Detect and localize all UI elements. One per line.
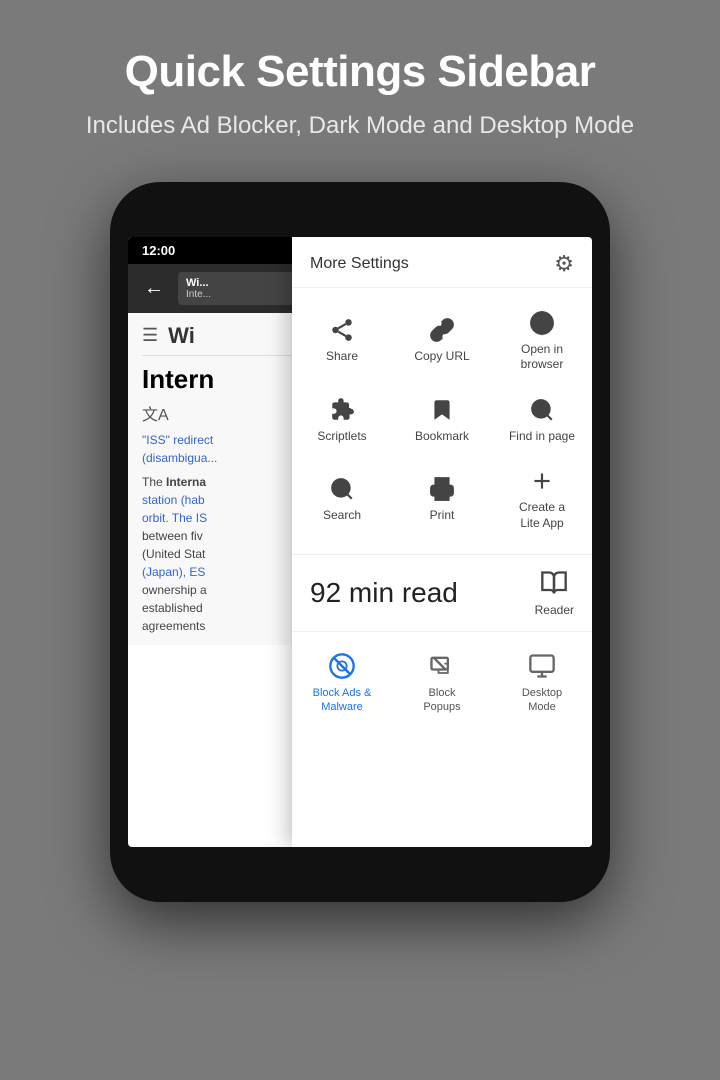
open-browser-label: Open in browser	[498, 342, 586, 373]
hamburger-icon[interactable]: ☰	[142, 325, 158, 346]
dropdown-title: More Settings	[310, 255, 409, 273]
print-label: Print	[430, 508, 455, 524]
dropdown-header: More Settings ⚙	[292, 237, 592, 288]
page-subtitle: Includes Ad Blocker, Dark Mode and Deskt…	[86, 110, 634, 141]
create-lite-app-label: Create aLite App	[519, 500, 565, 531]
context-menu-overlay: More Settings ⚙ Share Copy URL Open in b…	[292, 237, 592, 847]
bookmark-label: Bookmark	[415, 429, 469, 445]
reader-menu-item[interactable]: Reader	[535, 569, 574, 617]
scriptlets-menu-item[interactable]: Scriptlets	[292, 385, 392, 457]
reader-icon	[540, 569, 568, 597]
redirect-text: "ISS" redirect	[142, 433, 213, 447]
gear-icon[interactable]: ⚙	[554, 251, 574, 277]
bookmark-menu-item[interactable]: Bookmark	[392, 385, 492, 457]
block-ads-menu-item[interactable]: Block Ads &Malware	[292, 642, 392, 725]
scriptlets-label: Scriptlets	[317, 429, 366, 445]
copy-url-menu-item[interactable]: Copy URL	[392, 298, 492, 385]
disambig-link[interactable]: (disambigua...	[142, 451, 217, 465]
page-title: Quick Settings Sidebar	[86, 48, 634, 96]
wiki-logo: Wi	[168, 323, 195, 349]
search-icon	[329, 476, 355, 502]
reader-label: Reader	[535, 603, 574, 617]
print-icon	[429, 476, 455, 502]
print-menu-item[interactable]: Print	[392, 456, 492, 543]
puzzle-icon	[329, 397, 355, 423]
search-menu-item[interactable]: Search	[292, 456, 392, 543]
desktop-mode-label: DesktopMode	[522, 686, 562, 715]
copy-url-label: Copy URL	[414, 349, 469, 365]
block-popups-menu-item[interactable]: BlockPopups	[392, 642, 492, 725]
phone-mockup: 12:00 4G ▲ 🔋 100% ← Wi... Inte... ☰ Wi I…	[110, 182, 610, 902]
header-section: Quick Settings Sidebar Includes Ad Block…	[86, 0, 634, 172]
reading-time: 92 min read	[310, 577, 523, 609]
create-lite-app-menu-item[interactable]: Create aLite App	[492, 456, 592, 543]
bookmark-icon	[429, 397, 455, 423]
find-in-page-label: Find in page	[509, 429, 575, 445]
plus-icon	[529, 468, 555, 494]
reading-time-row: 92 min read Reader	[292, 555, 592, 632]
share-label: Share	[326, 349, 358, 365]
share-menu-item[interactable]: Share	[292, 298, 392, 385]
desktop-mode-menu-item[interactable]: DesktopMode	[492, 642, 592, 725]
status-time: 12:00	[142, 243, 175, 258]
search-label: Search	[323, 508, 361, 524]
block-ads-label: Block Ads &Malware	[313, 686, 372, 715]
desktop-icon	[528, 652, 556, 680]
share-icon	[329, 317, 355, 343]
block-ads-icon	[328, 652, 356, 680]
back-button[interactable]: ←	[138, 275, 170, 302]
main-menu-grid: Share Copy URL Open in browser Scriptlet…	[292, 288, 592, 555]
link-icon	[429, 317, 455, 343]
phone-screen: 12:00 4G ▲ 🔋 100% ← Wi... Inte... ☰ Wi I…	[128, 237, 592, 847]
globe-icon	[529, 310, 555, 336]
find-in-page-menu-item[interactable]: Find in page	[492, 385, 592, 457]
block-popups-label: BlockPopups	[423, 686, 460, 715]
find-icon	[529, 397, 555, 423]
open-browser-menu-item[interactable]: Open in browser	[492, 298, 592, 385]
bottom-menu-grid: Block Ads &Malware BlockPopups	[292, 632, 592, 731]
block-popups-icon	[428, 652, 456, 680]
